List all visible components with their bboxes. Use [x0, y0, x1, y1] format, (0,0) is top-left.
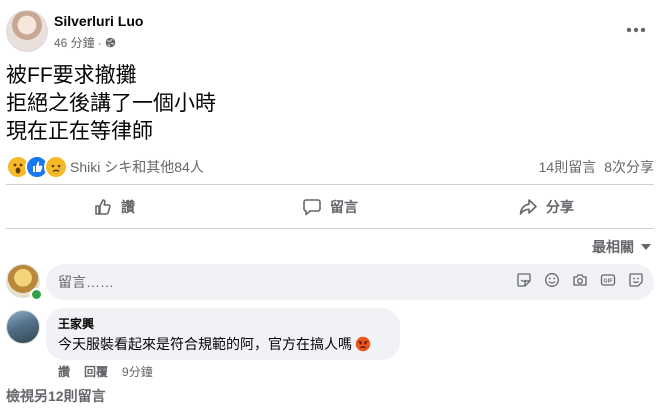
- camera-icon[interactable]: [572, 272, 588, 288]
- post-line: 現在正在等律師: [6, 120, 153, 143]
- view-more-comments-link[interactable]: 檢視另12則留言: [6, 386, 106, 406]
- like-label: 讚: [121, 199, 135, 215]
- facebook-post: Silverluri Luo 46 分鐘 · 被FF要求撤攤 拒絕之後講了一個小…: [0, 0, 670, 418]
- emoji-icon[interactable]: [544, 272, 560, 288]
- share-label: 分享: [546, 199, 574, 215]
- svg-text:GIF: GIF: [603, 278, 613, 284]
- comment-actions: 讚 回覆 9分鐘: [58, 363, 153, 380]
- share-button[interactable]: 分享: [438, 188, 654, 226]
- more-options-button[interactable]: [624, 18, 648, 42]
- post-meta: 46 分鐘 ·: [54, 34, 116, 51]
- comment-icon: [303, 199, 321, 216]
- action-bar: 讚 留言 分享: [6, 188, 654, 226]
- avatar-sticker-icon[interactable]: [628, 272, 644, 288]
- globe-icon: [105, 37, 115, 48]
- shares-count[interactable]: 8次分享: [604, 157, 654, 177]
- sticker-icon[interactable]: [516, 272, 532, 288]
- divider-top: [6, 184, 654, 185]
- comment-button[interactable]: 留言: [222, 188, 438, 226]
- thumbs-up-icon: [95, 199, 111, 215]
- comment-input-placeholder: 留言……: [58, 274, 114, 290]
- commenter-name[interactable]: 王家興: [58, 316, 388, 332]
- reaction-names[interactable]: Shiki シキ和其他84人: [70, 157, 204, 177]
- gif-icon[interactable]: GIF: [600, 272, 616, 288]
- reaction-icons[interactable]: [6, 155, 68, 179]
- more-horizontal-icon: [626, 27, 646, 33]
- comment-text: 今天服裝看起來是符合規範的阿，官方在搞人嗎: [58, 336, 352, 352]
- online-status-indicator: [30, 288, 43, 301]
- post-body: 被FF要求撤攤 拒絕之後講了一個小時 現在正在等律師: [6, 62, 646, 146]
- divider-bottom: [6, 228, 654, 229]
- composer-tools: GIF: [516, 272, 644, 288]
- comment-time[interactable]: 9分鐘: [122, 363, 153, 380]
- post-line: 拒絕之後講了一個小時: [6, 92, 216, 115]
- commenter-avatar[interactable]: [6, 310, 40, 344]
- angry-face-icon: [355, 336, 371, 352]
- comment-composer: 留言…… GIF: [6, 264, 654, 301]
- engagement-counts: 14則留言 8次分享: [539, 157, 654, 177]
- meta-separator: ·: [97, 35, 102, 50]
- comment-bubble: 王家興 今天服裝看起來是符合規範的阿，官方在搞人嗎: [46, 308, 400, 360]
- comments-count[interactable]: 14則留言: [539, 157, 597, 177]
- caret-down-icon: [641, 244, 651, 250]
- comment-like-link[interactable]: 讚: [58, 363, 70, 380]
- like-button[interactable]: 讚: [6, 188, 222, 226]
- sort-label: 最相關: [592, 239, 634, 255]
- post-line: 被FF要求撤攤: [6, 64, 137, 87]
- sad-reaction-icon: [44, 155, 68, 179]
- comment-text-row: 今天服裝看起來是符合規範的阿，官方在搞人嗎: [58, 334, 388, 354]
- author-name[interactable]: Silverluri Luo: [54, 13, 143, 29]
- post-time[interactable]: 46 分鐘: [54, 34, 95, 51]
- reactions-summary: Shiki シキ和其他84人 14則留言 8次分享: [6, 154, 654, 179]
- comment-reply-link[interactable]: 回覆: [84, 363, 108, 380]
- post-header: Silverluri Luo 46 分鐘 ·: [6, 10, 664, 54]
- comment-label: 留言: [330, 199, 358, 215]
- author-avatar[interactable]: [6, 10, 48, 52]
- share-icon: [519, 199, 537, 215]
- comment-sort-dropdown[interactable]: 最相關: [592, 237, 652, 257]
